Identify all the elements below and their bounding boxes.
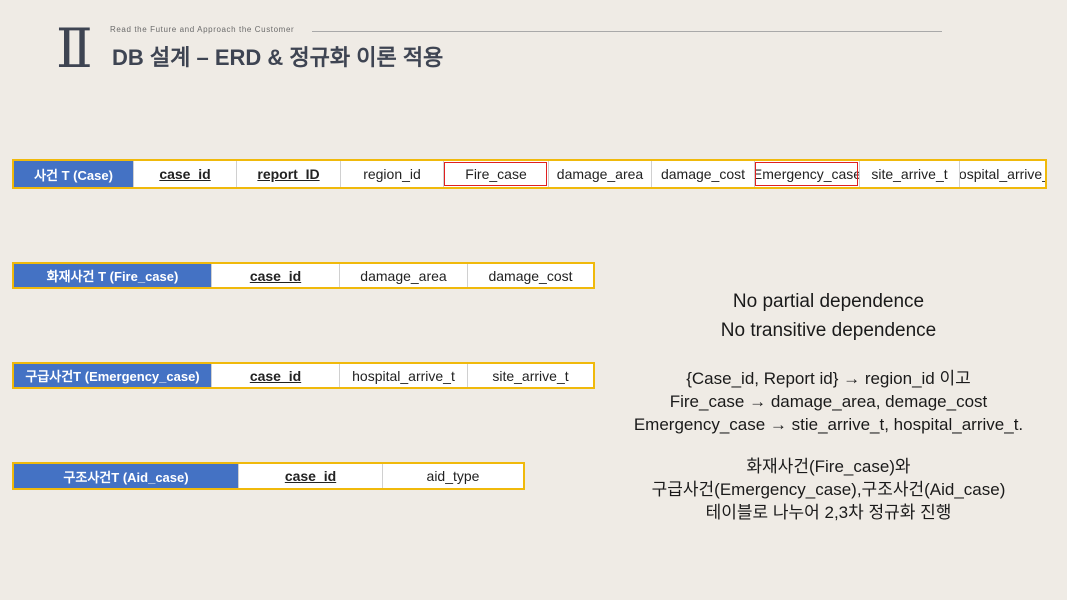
normalization-note-line-3: 테이블로 나누어 2,3차 정규화 진행 <box>705 503 952 522</box>
page-title: DB 설계 – ERD & 정규화 이론 적용 <box>112 45 444 70</box>
dependence-note-partial: No partial dependence <box>732 291 925 312</box>
emergency-case-table-header: 구급사건T (Emergency_case) <box>14 364 211 387</box>
tagline: Read the Future and Approach the Custome… <box>110 25 295 34</box>
emergency-case-table-col-hospital-arrive-t: hospital_arrive_t <box>339 364 467 387</box>
case-table-col-damage-area: damage_area <box>548 161 651 187</box>
aid-case-table-col-aid-type: aid_type <box>382 464 523 488</box>
normalization-notes: 화재사건(Fire_case)와 구급사건(Emergency_case),구조… <box>600 455 1057 524</box>
dependence-notes: No partial dependence No transitive depe… <box>600 287 1057 345</box>
section-numeral: Ⅱ <box>56 19 93 79</box>
fd-note-emergency: Emergency_case → stie_arrive_t, hospital… <box>633 415 1024 434</box>
fire-case-table-col-damage-cost: damage_cost <box>467 264 593 287</box>
fire-case-table: 화재사건 T (Fire_case) case_id damage_area d… <box>12 262 595 289</box>
aid-case-table: 구조사건T (Aid_case) case_id aid_type <box>12 462 525 490</box>
emergency-case-table-col-site-arrive-t: site_arrive_t <box>467 364 593 387</box>
aid-case-table-col-case-id: case_id <box>238 464 382 488</box>
emergency-case-table: 구급사건T (Emergency_case) case_id hospital_… <box>12 362 595 389</box>
case-table-col-emergency-case: Emergency_case <box>754 161 859 187</box>
case-table-col-hospital-arrive-t: hospital_arrive_t <box>959 161 1045 187</box>
aid-case-table-header: 구조사건T (Aid_case) <box>14 464 238 488</box>
case-table: 사건 T (Case) case_id report_ID region_id … <box>12 159 1047 189</box>
functional-dependency-notes: {Case_id, Report id} → region_id 이고 Fire… <box>600 367 1057 436</box>
case-table-col-report-id: report_ID <box>236 161 340 187</box>
case-table-col-fire-case: Fire_case <box>443 161 548 187</box>
fire-case-table-col-case-id: case_id <box>211 264 339 287</box>
emergency-case-table-col-case-id: case_id <box>211 364 339 387</box>
case-table-col-region-id: region_id <box>340 161 443 187</box>
case-table-col-case-id: case_id <box>133 161 236 187</box>
normalization-note-line-2: 구급사건(Emergency_case),구조사건(Aid_case) <box>651 480 1006 499</box>
fd-note-region: {Case_id, Report id} → region_id 이고 <box>686 369 971 388</box>
fire-case-table-col-damage-area: damage_area <box>339 264 467 287</box>
fire-case-table-header: 화재사건 T (Fire_case) <box>14 264 211 287</box>
normalization-note-line-1: 화재사건(Fire_case)와 <box>746 457 911 476</box>
header-divider <box>312 31 942 32</box>
case-table-col-damage-cost: damage_cost <box>651 161 754 187</box>
case-table-col-site-arrive-t: site_arrive_t <box>859 161 959 187</box>
fd-note-fire: Fire_case → damage_area, demage_cost <box>669 392 988 411</box>
case-table-header: 사건 T (Case) <box>14 161 133 187</box>
dependence-note-transitive: No transitive dependence <box>720 320 937 341</box>
